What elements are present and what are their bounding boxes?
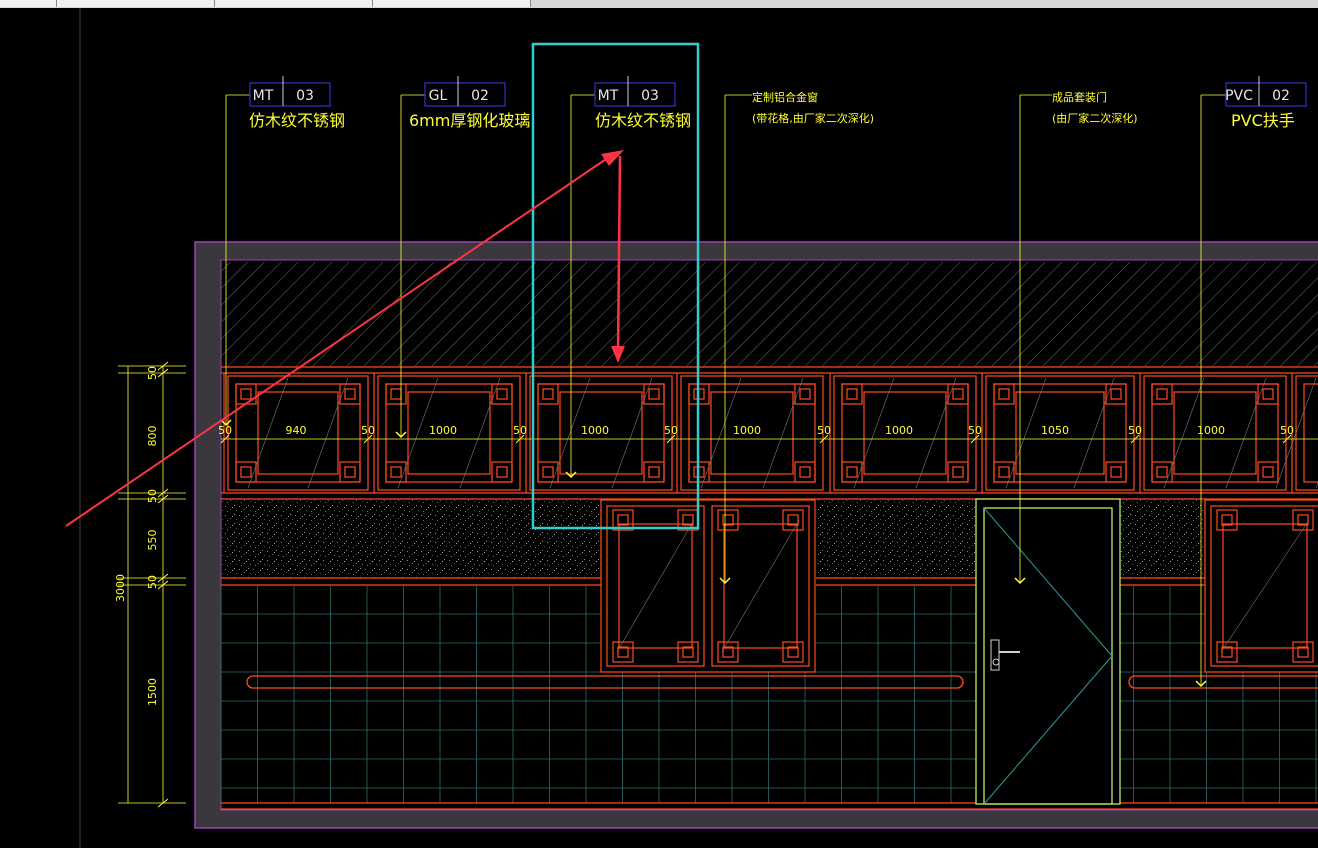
material-description: 成品套装门 <box>1052 90 1107 104</box>
material-code: MT <box>598 88 619 104</box>
material-note: (由厂家二次深化) <box>1052 111 1138 125</box>
dimension-label-h: 50 <box>361 424 375 437</box>
stone-band-right <box>1120 500 1210 578</box>
material-code: GL <box>429 88 448 104</box>
door <box>975 498 1121 805</box>
dimension-label-h: 50 <box>1280 424 1294 437</box>
dimension-label-v: 1500 <box>146 678 159 706</box>
material-code: PVC <box>1225 88 1253 104</box>
dimension-label-v: 50 <box>146 366 159 380</box>
stone-band-mid <box>816 500 976 578</box>
material-description: 仿木纹不锈钢 <box>249 111 345 130</box>
ceiling-hatch <box>221 262 1318 366</box>
material-number: 02 <box>1272 88 1290 104</box>
material-number: 03 <box>296 88 314 104</box>
dimension-label-h: 50 <box>1128 424 1142 437</box>
tab-2[interactable] <box>215 0 373 7</box>
dimension-label-h: 50 <box>664 424 678 437</box>
dimension-label-h: 50 <box>817 424 831 437</box>
dimension-label-v: 50 <box>146 489 159 503</box>
dimension-label-h: 50 <box>968 424 982 437</box>
dimension-label-h: 1050 <box>1041 424 1069 437</box>
material-description: 6mm厚钢化玻璃 <box>409 111 530 130</box>
dimension-label-h: 1000 <box>581 424 609 437</box>
dimension-label-h: 50 <box>513 424 527 437</box>
material-description: PVC扶手 <box>1231 111 1295 130</box>
vertical-dimensions: 50 800 50 550 50 1500 3000 <box>114 361 186 808</box>
material-code: MT <box>253 88 274 104</box>
material-number: 03 <box>641 88 659 104</box>
tab-3[interactable] <box>373 0 531 7</box>
dimension-label-h: 1000 <box>733 424 761 437</box>
tab-1[interactable] <box>57 0 215 7</box>
material-note: (带花格,由厂家二次深化) <box>752 111 874 125</box>
dimension-label-h: 1000 <box>885 424 913 437</box>
dimension-label-v: 50 <box>146 575 159 589</box>
tab-bar <box>0 0 1318 8</box>
dimension-label-h: 940 <box>286 424 307 437</box>
material-number: 02 <box>471 88 489 104</box>
material-description: 仿木纹不锈钢 <box>595 111 691 130</box>
material-description: 定制铝合金窗 <box>752 90 818 104</box>
dimension-label-total: 3000 <box>114 574 127 602</box>
stone-band-left <box>221 500 601 578</box>
dimension-label-h: 1000 <box>429 424 457 437</box>
dimension-label-v: 550 <box>146 530 159 551</box>
cad-canvas[interactable]: 50 940 50 1000 50 1000 50 1000 50 1000 50 1050 50 100… <box>0 8 1318 848</box>
dimension-label-v: 800 <box>146 426 159 447</box>
tab-0[interactable] <box>0 0 57 7</box>
dimension-label-h: 50 <box>218 424 232 437</box>
